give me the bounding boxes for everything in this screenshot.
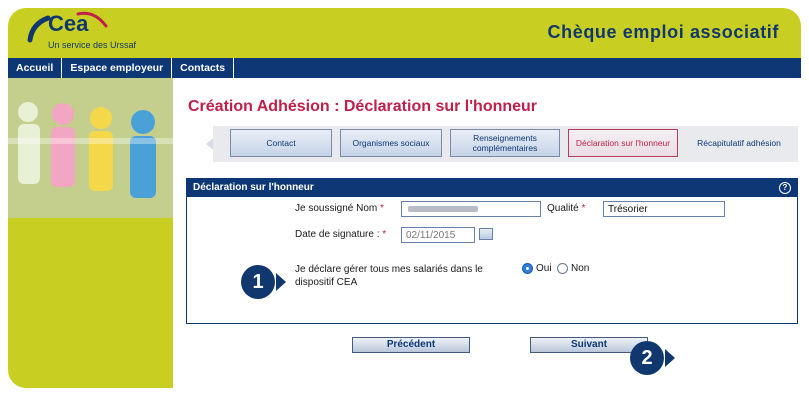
people-illustration [8, 78, 173, 218]
callout-badge-2: 2 [630, 341, 664, 375]
qualite-input[interactable]: Trésorier [603, 201, 725, 217]
app-title: Chèque emploi associatif [547, 22, 779, 42]
radio-oui-label[interactable]: Oui [536, 263, 552, 274]
previous-button[interactable]: Précédent [352, 337, 470, 353]
redacted-name [408, 206, 478, 212]
tab-declaration[interactable]: Déclaration sur l'honneur [568, 129, 678, 157]
panel-header: Déclaration sur l'honneur ? [187, 179, 797, 197]
radio-non[interactable] [557, 263, 568, 274]
page-title: Création Adhésion : Déclaration sur l'ho… [188, 98, 538, 115]
logo-subtitle: Un service des Urssaf [48, 40, 137, 50]
tab-organismes-sociaux[interactable]: Organismes sociaux [340, 129, 442, 157]
tab-contact[interactable]: Contact [230, 129, 332, 157]
calendar-icon[interactable] [479, 228, 493, 240]
question-mark-icon[interactable]: ? [779, 182, 791, 194]
tab-renseignements[interactable]: Renseignements complémentaires [450, 129, 560, 157]
callout-badge-1: 1 [241, 265, 275, 299]
declaration-panel: Déclaration sur l'honneur ? Je soussigné… [186, 178, 798, 324]
date-label: Date de signature : * [295, 229, 387, 240]
callout-arrow-1-icon [276, 273, 286, 291]
tab-recapitulatif[interactable]: Récapitulatif adhésion [685, 129, 793, 157]
callout-arrow-2-icon [665, 349, 675, 367]
radio-non-label[interactable]: Non [571, 263, 589, 274]
radio-oui[interactable] [522, 263, 533, 274]
header-bar: Cea Un service des Urssaf Chèque emploi … [8, 8, 801, 58]
qualite-label: Qualité * [547, 203, 586, 214]
left-sidebar [8, 78, 173, 388]
wizard-tabs: Contact Organismes sociaux Renseignement… [213, 126, 798, 162]
date-input[interactable]: 02/11/2015 [401, 227, 475, 243]
nav-item-espace-employeur[interactable]: Espace employeur [62, 58, 173, 78]
nom-label: Je soussigné Nom * [295, 203, 384, 214]
logo-text[interactable]: Cea [48, 11, 88, 37]
app-frame: Cea Un service des Urssaf Chèque emploi … [8, 8, 801, 388]
nav-item-accueil[interactable]: Accueil [8, 58, 63, 78]
nav-item-contacts[interactable]: Contacts [172, 58, 235, 78]
declare-label: Je déclare gérer tous mes salariés dans … [295, 264, 483, 288]
top-nav: Accueil Espace employeur Contacts [8, 58, 801, 78]
nom-input[interactable] [401, 201, 541, 217]
panel-title: Déclaration sur l'honneur [193, 182, 314, 193]
